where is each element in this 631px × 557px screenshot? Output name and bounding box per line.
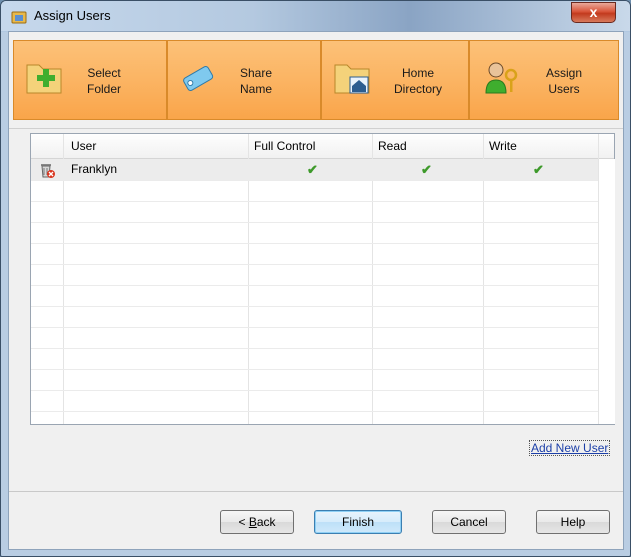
- row-line: [31, 243, 598, 244]
- help-button[interactable]: Help: [536, 510, 610, 534]
- step-share-name-line1: Share: [239, 66, 273, 80]
- row-line: [31, 180, 598, 181]
- column-header-full-control[interactable]: Full Control: [254, 134, 315, 158]
- step-assign-users-line2: Users: [548, 82, 580, 96]
- back-button[interactable]: < Back: [220, 510, 294, 534]
- step-select-folder-line1: Select: [87, 66, 121, 80]
- row-line: [31, 264, 598, 265]
- step-assign-users[interactable]: Assign Users: [469, 40, 619, 120]
- step-home-directory-line2: Directory: [393, 82, 442, 96]
- wizard-steps: Select Folder Share Name Home Directory …: [9, 40, 623, 122]
- column-header-read[interactable]: Read: [378, 134, 407, 158]
- read-check[interactable]: ✔: [421, 159, 432, 180]
- grid-header: User Full Control Read Write: [31, 134, 614, 159]
- column-header-write[interactable]: Write: [489, 134, 517, 158]
- row-line: [31, 306, 598, 307]
- step-select-folder[interactable]: Select Folder: [13, 40, 167, 120]
- footer-divider: [9, 491, 623, 492]
- tag-icon: [183, 66, 214, 91]
- row-line: [31, 369, 598, 370]
- column-header-user[interactable]: User: [71, 134, 96, 158]
- step-share-name-line2: Name: [239, 82, 272, 96]
- app-icon: [11, 11, 27, 24]
- step-home-directory[interactable]: Home Directory: [321, 40, 469, 120]
- back-button-mnemonic: B: [248, 515, 257, 529]
- divider: [9, 128, 623, 129]
- back-button-prefix: <: [238, 515, 249, 529]
- user-key-icon: [485, 62, 518, 94]
- step-assign-users-line1: Assign: [545, 66, 583, 80]
- row-line: [31, 285, 598, 286]
- user-name-cell: Franklyn: [71, 162, 118, 176]
- write-check[interactable]: ✔: [533, 159, 544, 180]
- step-share-name[interactable]: Share Name: [167, 40, 321, 120]
- step-home-directory-line1: Home: [401, 66, 434, 80]
- grid-scroll-area[interactable]: [598, 159, 615, 424]
- add-new-user-link[interactable]: Add New User: [529, 440, 611, 456]
- finish-button[interactable]: Finish: [314, 510, 402, 534]
- delete-user-icon[interactable]: [38, 161, 56, 179]
- folder-add-icon: [26, 64, 62, 94]
- user-permissions-grid[interactable]: User Full Control Read Write Franklyn ✔ …: [30, 133, 615, 425]
- close-button[interactable]: x: [571, 2, 616, 23]
- row-line: [31, 222, 598, 223]
- home-folder-icon: [334, 64, 370, 94]
- row-line: [31, 327, 598, 328]
- cancel-button[interactable]: Cancel: [432, 510, 506, 534]
- window-title: Assign Users: [34, 8, 111, 23]
- row-line: [31, 201, 598, 202]
- full-control-check[interactable]: ✔: [307, 159, 318, 180]
- row-line: [31, 390, 598, 391]
- step-select-folder-line2: Folder: [86, 82, 121, 96]
- back-button-suffix: ack: [256, 515, 276, 529]
- dialog-body: Select Folder Share Name Home Directory …: [8, 31, 624, 550]
- row-line: [31, 348, 598, 349]
- assign-users-dialog: Assign Users x Select Folder Share Name …: [0, 0, 631, 557]
- row-line: [31, 411, 598, 412]
- title-bar[interactable]: Assign Users x: [1, 1, 630, 31]
